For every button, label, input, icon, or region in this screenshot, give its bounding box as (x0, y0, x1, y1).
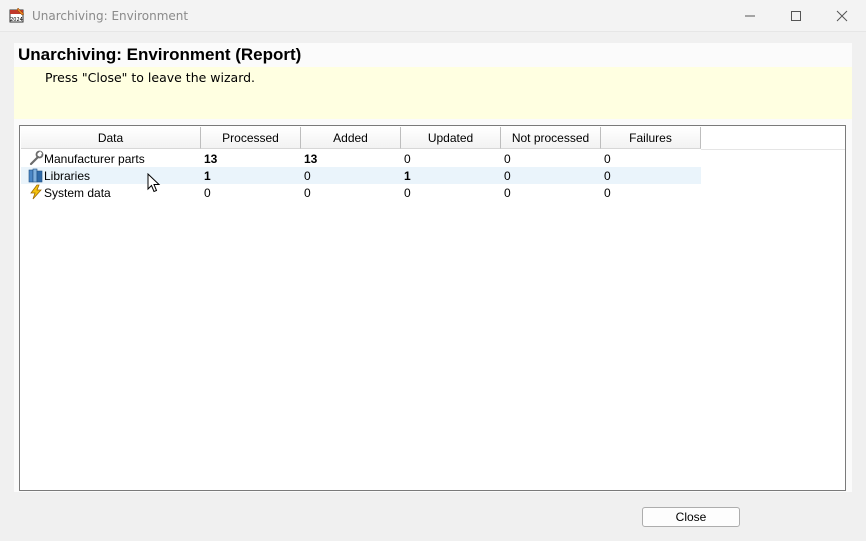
cell-added: 13 (304, 152, 318, 166)
minimize-icon (745, 15, 755, 16)
table-row[interactable]: Manufacturer parts 13 13 0 0 0 (21, 150, 701, 167)
cell-added: 0 (304, 169, 311, 183)
books-icon (28, 167, 44, 183)
report-table[interactable]: Data Processed Added Updated Not process… (19, 125, 846, 491)
cell-failures: 0 (604, 186, 611, 200)
column-header-processed[interactable]: Processed (201, 127, 301, 149)
column-header-failures[interactable]: Failures (601, 127, 701, 149)
cell-not-processed: 0 (504, 169, 511, 183)
lightning-icon (28, 184, 44, 200)
app-icon-badge: 2024 (10, 17, 23, 23)
cell-failures: 0 (604, 152, 611, 166)
close-button[interactable]: Close (642, 507, 740, 527)
cell-processed: 13 (204, 152, 218, 166)
row-label: Libraries (44, 169, 91, 183)
table-row[interactable]: Libraries 1 0 1 0 0 (21, 167, 701, 184)
header-filler (701, 127, 845, 150)
minimize-button[interactable] (727, 0, 773, 31)
cell-processed: 1 (204, 169, 211, 183)
window-title: Unarchiving: Environment (32, 9, 189, 23)
cell-processed: 0 (204, 186, 211, 200)
table-row[interactable]: System data 0 0 0 0 0 (21, 184, 701, 201)
close-window-button[interactable] (819, 0, 865, 31)
cell-not-processed: 0 (504, 186, 511, 200)
column-header-updated[interactable]: Updated (401, 127, 501, 149)
row-label: Manufacturer parts (44, 152, 145, 166)
cell-not-processed: 0 (504, 152, 511, 166)
maximize-icon (791, 10, 801, 21)
column-header-data[interactable]: Data (21, 127, 201, 149)
table-header: Data Processed Added Updated Not process… (21, 127, 701, 150)
cell-updated: 0 (404, 186, 411, 200)
column-header-added[interactable]: Added (301, 127, 401, 149)
app-calendar-icon: 2024 (9, 7, 25, 23)
mouse-cursor-icon (147, 172, 161, 193)
wrench-icon (28, 150, 44, 166)
cell-updated: 1 (404, 169, 411, 183)
title-bar: 2024 Unarchiving: Environment (0, 0, 866, 32)
row-label: System data (44, 186, 111, 200)
cell-updated: 0 (404, 152, 411, 166)
instruction-banner: Press "Close" to leave the wizard. (14, 67, 852, 119)
maximize-button[interactable] (773, 0, 819, 31)
cell-failures: 0 (604, 169, 611, 183)
cell-added: 0 (304, 186, 311, 200)
instruction-text: Press "Close" to leave the wizard. (45, 70, 256, 85)
column-header-not-processed[interactable]: Not processed (501, 127, 601, 149)
close-icon (836, 10, 848, 21)
page-title: Unarchiving: Environment (Report) (18, 45, 302, 64)
